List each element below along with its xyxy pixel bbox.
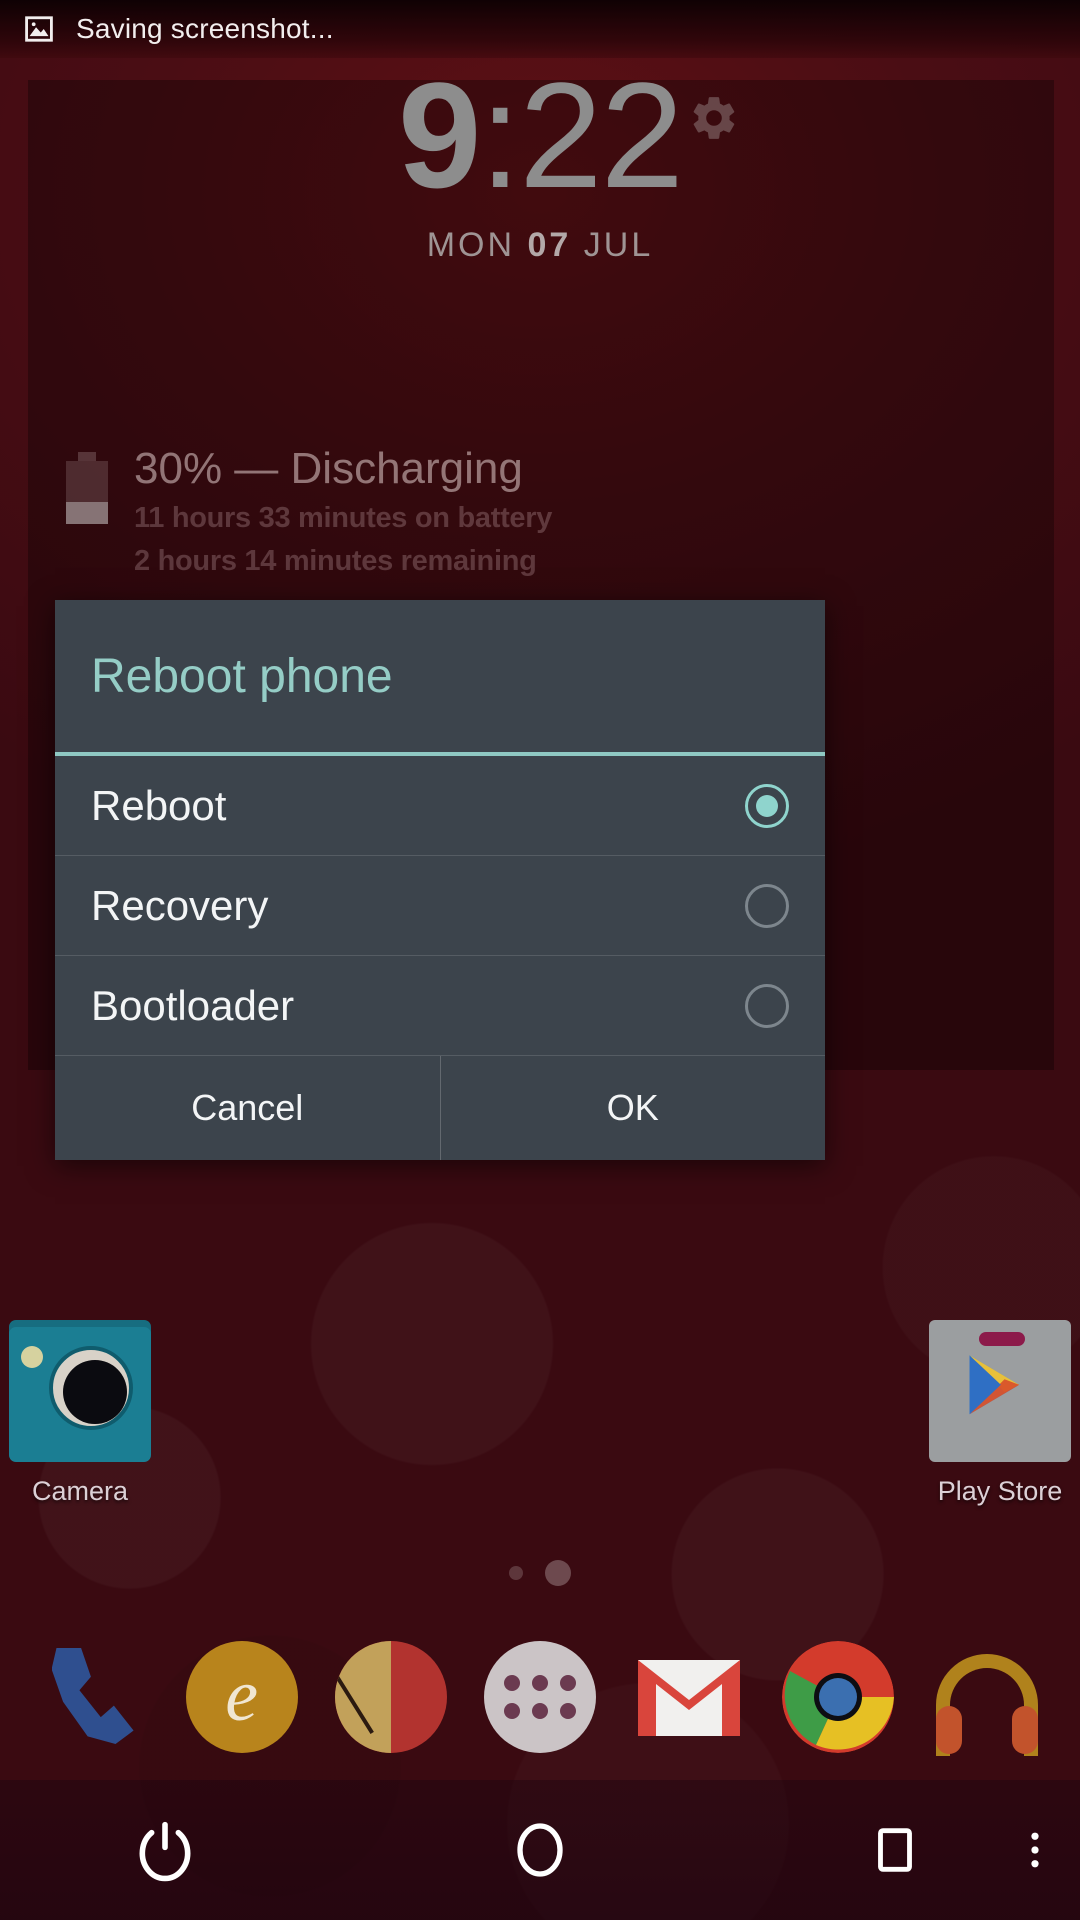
page-dot-1[interactable] xyxy=(509,1566,523,1580)
dialog-button-bar: Cancel OK xyxy=(55,1056,825,1160)
play-store-icon xyxy=(929,1320,1071,1462)
dock-icon-play-music[interactable] xyxy=(928,1638,1046,1756)
dock-icon-gmail[interactable] xyxy=(630,1638,748,1756)
clock-widget[interactable]: 9:22 MON 07 JUL xyxy=(0,60,1080,265)
recents-button[interactable] xyxy=(845,1808,945,1892)
battery-time-on-battery: 11 hours 33 minutes on battery xyxy=(134,502,553,535)
page-indicator xyxy=(0,1560,1080,1586)
chrome-icon xyxy=(782,1641,895,1753)
home-icon-play-store[interactable]: Play Store xyxy=(910,1320,1080,1507)
clock-minute: 22 xyxy=(519,51,684,219)
dialog-option-recovery[interactable]: Recovery xyxy=(55,856,825,956)
battery-time-remaining: 2 hours 14 minutes remaining xyxy=(134,545,537,578)
cancel-button[interactable]: Cancel xyxy=(55,1056,441,1160)
home-icon-label: Play Store xyxy=(937,1476,1063,1506)
dock-icon-phone[interactable] xyxy=(34,1638,152,1756)
ok-button[interactable]: OK xyxy=(441,1056,826,1160)
gear-icon[interactable] xyxy=(688,92,740,144)
dock-icon-app-drawer[interactable] xyxy=(481,1638,599,1756)
clock-separator: : xyxy=(479,51,521,219)
navigation-bar xyxy=(0,1780,1080,1920)
app-drawer-icon xyxy=(483,1641,596,1753)
overflow-menu-icon[interactable] xyxy=(1005,1808,1065,1892)
dock: e xyxy=(0,1632,1080,1762)
clock-month: JUL xyxy=(583,226,654,264)
home-button[interactable] xyxy=(490,1808,590,1892)
dialog-option-label: Bootloader xyxy=(91,981,295,1029)
red-app-icon xyxy=(334,1641,447,1753)
status-bar-text: Saving screenshot... xyxy=(76,13,334,44)
dialog-title: Reboot phone xyxy=(91,649,393,703)
clock-date: MON 07 JUL xyxy=(0,226,1080,265)
clock-hour: 9 xyxy=(398,51,481,219)
dock-icon-red-app[interactable] xyxy=(332,1638,450,1756)
phone-icon xyxy=(51,1648,134,1744)
home-icon-camera[interactable]: Camera xyxy=(0,1320,170,1507)
reboot-phone-dialog: Reboot phone Reboot Recovery Bootloader … xyxy=(55,600,825,1160)
dock-icon-chrome[interactable] xyxy=(779,1638,897,1756)
radio-button-bootloader[interactable] xyxy=(745,983,789,1028)
dialog-option-reboot[interactable]: Reboot xyxy=(55,756,825,856)
radio-button-reboot[interactable] xyxy=(745,783,789,828)
radio-button-recovery[interactable] xyxy=(745,883,789,928)
power-button[interactable] xyxy=(115,1808,215,1892)
clock-day-of-week: MON xyxy=(426,226,516,264)
page-dot-2-active[interactable] xyxy=(545,1560,571,1586)
clock-day: 07 xyxy=(527,226,572,264)
battery-icon xyxy=(66,452,108,524)
battery-status-widget[interactable]: 30% — Discharging 11 hours 33 minutes on… xyxy=(66,444,553,578)
phone-screen: Saving screenshot... 9:22 MON 07 JUL 30%… xyxy=(0,0,1080,1920)
evernote-icon: e xyxy=(185,1641,298,1753)
clock-time: 9:22 xyxy=(0,60,1080,210)
status-bar: Saving screenshot... xyxy=(0,0,1080,58)
dock-icon-evernote[interactable]: e xyxy=(183,1638,301,1756)
battery-text-group: 30% — Discharging 11 hours 33 minutes on… xyxy=(134,444,553,578)
dialog-option-label: Recovery xyxy=(91,881,269,929)
image-icon xyxy=(24,16,54,42)
dialog-title-bar: Reboot phone xyxy=(55,600,825,756)
battery-primary-status: 30% — Discharging xyxy=(134,444,523,493)
dialog-option-label: Reboot xyxy=(91,781,227,829)
home-icon-label: Camera xyxy=(31,1476,129,1506)
dialog-option-bootloader[interactable]: Bootloader xyxy=(55,956,825,1056)
camera-icon xyxy=(9,1320,151,1462)
